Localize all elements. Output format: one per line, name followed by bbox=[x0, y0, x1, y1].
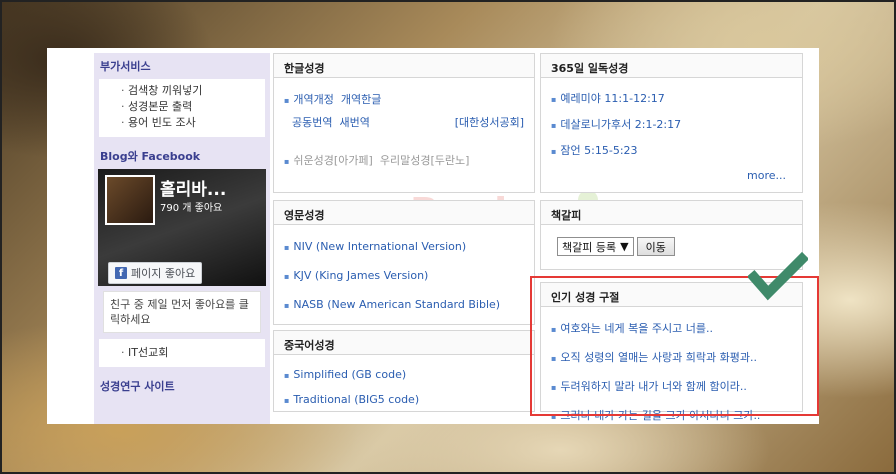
bullet-icon: ▪ bbox=[551, 121, 557, 130]
facebook-page-name[interactable]: 홀리바... bbox=[160, 175, 226, 200]
bullet-icon: ▪ bbox=[284, 272, 290, 281]
korean-bible-box: 한글성경 ▪ 개역개정 개역한글 공동번역 새번역 [대한성서공회] ▪ 쉬운성경[아… bbox=[273, 53, 535, 193]
link-easy-bible[interactable]: 쉬운성경[아가페] bbox=[293, 154, 372, 167]
chinese-bible-box: 중국어성경 ▪ Simplified (GB code) ▪ Traditional… bbox=[273, 330, 535, 412]
extra-service-item[interactable]: 검색창 끼워넣기 bbox=[121, 83, 265, 99]
english-bible-box: 영문성경 ▪ NIV (New International Version) ▪ K… bbox=[273, 200, 535, 325]
bullet-icon: ▪ bbox=[284, 396, 290, 405]
blog-links-box: IT선교회 bbox=[99, 339, 265, 367]
english-bible-title: 영문성경 bbox=[274, 201, 534, 225]
korean-bible-title: 한글성경 bbox=[274, 54, 534, 78]
link-niv[interactable]: NIV (New International Version) bbox=[293, 240, 466, 253]
facebook-cover-artwork bbox=[107, 227, 170, 258]
bullet-icon: ▪ bbox=[284, 301, 290, 310]
reading-link-jeremiah[interactable]: 예레미야 11:1-12:17 bbox=[560, 92, 664, 105]
daily-reading-box: 365일 일독성경 ▪ 예레미야 11:1-12:17 ▪ 데살로니가후서 2:1-… bbox=[540, 53, 803, 193]
bullet-icon: ▪ bbox=[284, 243, 290, 252]
link-urimal-bible[interactable]: 우리말성경[두란노] bbox=[380, 154, 470, 167]
facebook-icon: f bbox=[115, 267, 127, 279]
facebook-like-button[interactable]: f 페이지 좋아요 bbox=[108, 262, 203, 284]
reading-link-thessalonians[interactable]: 데살로니가후서 2:1-2:17 bbox=[560, 118, 681, 131]
left-sidebar: 부가서비스 검색창 끼워넣기 성경본문 출력 용어 빈도 조사 Blog와 Fa… bbox=[94, 53, 270, 424]
bookmark-select-value: 책갈피 등록 bbox=[562, 240, 617, 254]
blog-facebook-title: Blog와 Facebook bbox=[100, 150, 201, 163]
link-sae-beonyeok[interactable]: 새번역 bbox=[339, 116, 369, 129]
link-nasb[interactable]: NASB (New American Standard Bible) bbox=[293, 298, 500, 311]
chinese-bible-title: 중국어성경 bbox=[274, 331, 534, 355]
bullet-icon: ▪ bbox=[284, 96, 290, 105]
dropdown-arrow-icon: ▼ bbox=[620, 240, 629, 253]
facebook-page-avatar[interactable] bbox=[105, 175, 155, 225]
link-traditional[interactable]: Traditional (BIG5 code) bbox=[293, 393, 419, 406]
link-gongdong-beonyeok[interactable]: 공동번역 bbox=[292, 116, 332, 129]
it-mission-link[interactable]: IT선교회 bbox=[121, 345, 265, 361]
facebook-like-button-label: 페이지 좋아요 bbox=[131, 267, 196, 280]
link-gaeyeok-hangeul[interactable]: 개역한글 bbox=[341, 93, 381, 106]
extra-services-box: 검색창 끼워넣기 성경본문 출력 용어 빈도 조사 bbox=[99, 79, 265, 137]
facebook-like-count: 790 개 좋아요 bbox=[160, 203, 223, 214]
check-mark-icon bbox=[748, 251, 808, 301]
link-bible-society[interactable]: [대한성서공회] bbox=[455, 115, 524, 131]
link-kjv[interactable]: KJV (King James Version) bbox=[293, 269, 428, 282]
bullet-icon: ▪ bbox=[551, 95, 557, 104]
extra-service-item[interactable]: 용어 빈도 조사 bbox=[121, 115, 265, 131]
daily-reading-title: 365일 일독성경 bbox=[541, 54, 802, 78]
extra-services-title: 부가서비스 bbox=[100, 60, 151, 73]
bookmark-select[interactable]: 책갈피 등록 ▼ bbox=[557, 237, 634, 256]
reading-link-proverbs[interactable]: 잠언 5:15-5:23 bbox=[560, 144, 637, 157]
bullet-icon: ▪ bbox=[551, 147, 557, 156]
bookmark-title: 책갈피 bbox=[541, 201, 802, 225]
bullet-icon: ▪ bbox=[284, 371, 290, 380]
bookmark-go-button[interactable]: 이동 bbox=[636, 237, 675, 256]
extra-service-item[interactable]: 성경본문 출력 bbox=[121, 99, 265, 115]
facebook-widget[interactable]: 홀리바... 790 개 좋아요 f 페이지 좋아요 bbox=[98, 169, 266, 286]
link-simplified[interactable]: Simplified (GB code) bbox=[293, 368, 406, 381]
link-gaeyeok-gaejeong[interactable]: 개역개정 bbox=[293, 93, 333, 106]
research-sites-title: 성경연구 사이트 bbox=[100, 380, 175, 393]
more-link[interactable]: more... bbox=[747, 169, 786, 182]
bullet-icon: ▪ bbox=[284, 157, 290, 166]
facebook-friend-message: 친구 중 제일 먼저 좋아요를 클릭하세요 bbox=[103, 291, 261, 333]
